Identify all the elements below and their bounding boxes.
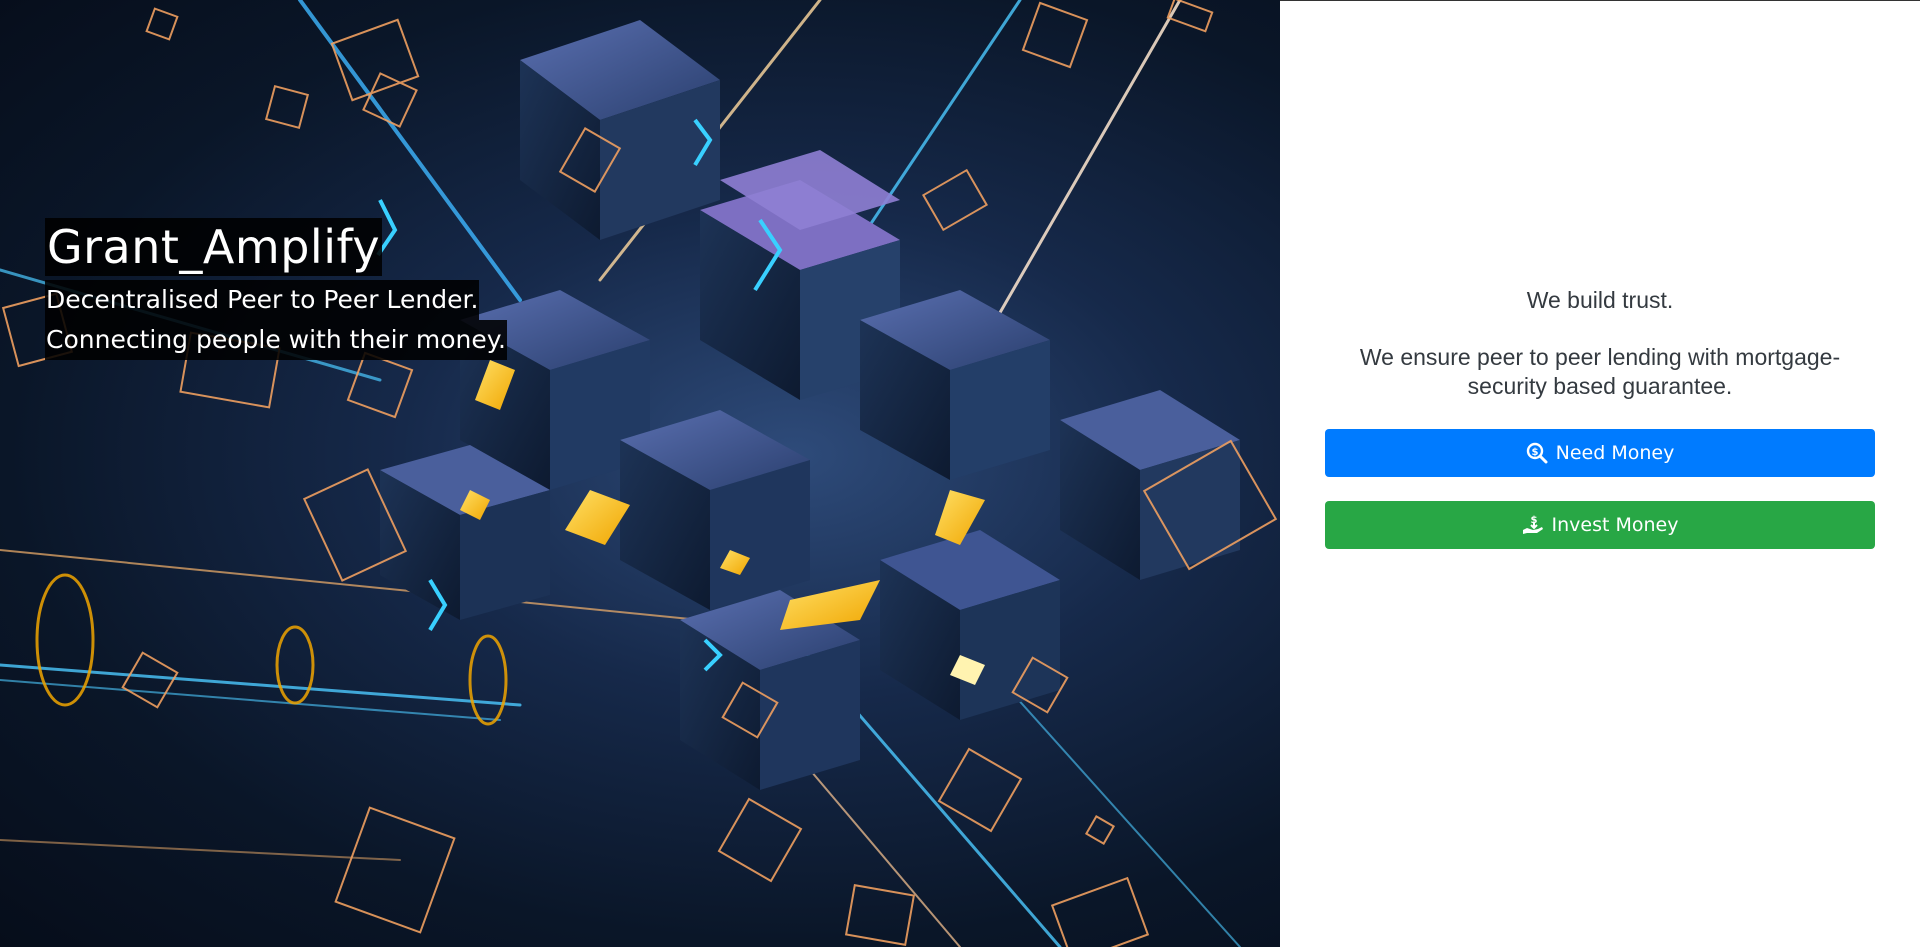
need-money-button[interactable]: $ Need Money bbox=[1325, 429, 1875, 477]
action-panel: We build trust. We ensure peer to peer l… bbox=[1280, 0, 1920, 947]
search-dollar-icon: $ bbox=[1526, 442, 1548, 464]
hero-banner: Grant_Amplify Decentralised Peer to Peer… bbox=[0, 0, 1280, 947]
svg-text:$: $ bbox=[1531, 447, 1538, 458]
invest-money-label: Invest Money bbox=[1551, 514, 1679, 536]
need-money-label: Need Money bbox=[1555, 442, 1675, 464]
blockchain-cubes-background-image bbox=[0, 0, 1278, 947]
tagline-guarantee: We ensure peer to peer lending with mort… bbox=[1359, 344, 1841, 399]
hero-subtitle: Decentralised Peer to Peer Lender. Conne… bbox=[45, 280, 507, 360]
hero-title: Grant_Amplify bbox=[45, 218, 383, 276]
tagline-trust: We build trust. bbox=[1526, 287, 1674, 313]
hero-subtitle-line-2: Connecting people with their money. bbox=[45, 320, 507, 360]
hero-subtitle-line-1: Decentralised Peer to Peer Lender. bbox=[45, 280, 480, 320]
landing-page: Grant_Amplify Decentralised Peer to Peer… bbox=[0, 0, 1920, 947]
invest-money-button[interactable]: $ Invest Money bbox=[1325, 501, 1875, 549]
hero-text-block: Grant_Amplify Decentralised Peer to Peer… bbox=[45, 218, 507, 360]
hand-holding-money-icon: $ bbox=[1522, 514, 1544, 536]
